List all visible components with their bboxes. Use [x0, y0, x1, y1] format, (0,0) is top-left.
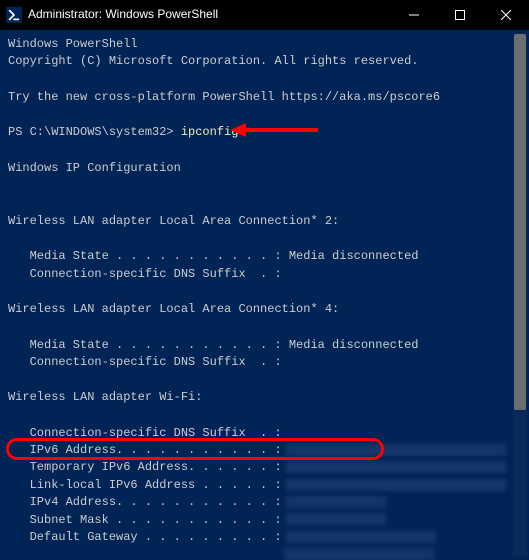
prompt-line: PS C:\WINDOWS\system32> ipconfig — [8, 124, 521, 141]
adapter-heading: Wireless LAN adapter Local Area Connecti… — [8, 301, 521, 318]
output-line: Windows IP Configuration — [8, 160, 521, 177]
close-button[interactable] — [483, 0, 529, 30]
output-line: Connection-specific DNS Suffix . : — [8, 354, 521, 371]
output-line-ipv4: IPv4 Address. . . . . . . . . . . : — [8, 494, 521, 511]
output-line: Try the new cross-platform PowerShell ht… — [8, 89, 521, 106]
output-line: IPv6 Address. . . . . . . . . . . : — [8, 442, 521, 459]
maximize-button[interactable] — [437, 0, 483, 30]
prompt-path: PS C:\WINDOWS\system32> — [8, 125, 181, 139]
redacted-value — [286, 513, 386, 525]
titlebar: Administrator: Windows PowerShell — [0, 0, 529, 30]
redacted-value — [286, 531, 436, 543]
powershell-icon — [6, 7, 22, 23]
redacted-value — [286, 461, 506, 473]
output-line: Windows PowerShell — [8, 36, 521, 53]
redacted-value — [284, 548, 434, 560]
output-line: Temporary IPv6 Address. . . . . . : — [8, 459, 521, 476]
window-controls — [391, 0, 529, 30]
output-line — [8, 546, 521, 560]
adapter-heading: Wireless LAN adapter Local Area Connecti… — [8, 213, 521, 230]
output-line: Subnet Mask . . . . . . . . . . . : — [8, 512, 521, 529]
typed-command: ipconfig — [181, 125, 239, 139]
minimize-button[interactable] — [391, 0, 437, 30]
output-line: Connection-specific DNS Suffix . : — [8, 266, 521, 283]
adapter-heading: Wireless LAN adapter Wi-Fi: — [8, 389, 521, 406]
output-line: Media State . . . . . . . . . . . : Medi… — [8, 248, 521, 265]
output-line: Link-local IPv6 Address . . . . . : — [8, 477, 521, 494]
output-line: Default Gateway . . . . . . . . . : — [8, 529, 521, 546]
redacted-value — [286, 479, 506, 491]
output-line: Connection-specific DNS Suffix . : — [8, 425, 521, 442]
vertical-scrollbar[interactable] — [513, 34, 527, 556]
output-line: Copyright (C) Microsoft Corporation. All… — [8, 53, 521, 70]
scrollbar-thumb[interactable] — [514, 34, 526, 410]
redacted-value — [286, 496, 386, 508]
output-line: Media State . . . . . . . . . . . : Medi… — [8, 337, 521, 354]
redacted-value — [286, 444, 506, 456]
terminal-viewport[interactable]: Windows PowerShell Copyright (C) Microso… — [0, 30, 529, 560]
window-title: Administrator: Windows PowerShell — [28, 6, 391, 23]
